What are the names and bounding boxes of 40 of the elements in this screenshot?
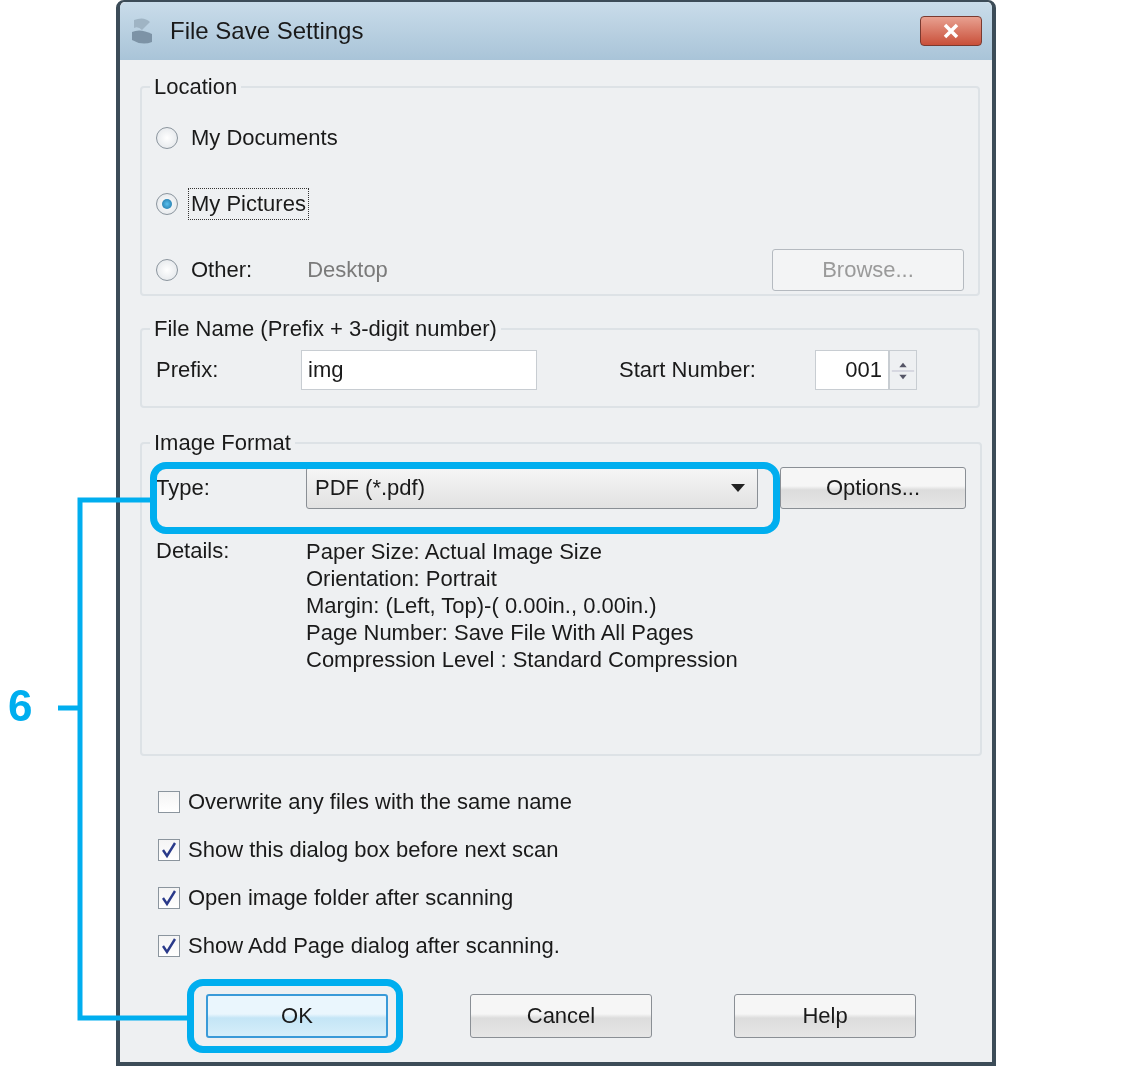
- checkbox[interactable]: [158, 935, 180, 957]
- radio-label[interactable]: My Documents: [188, 122, 341, 154]
- radio-button[interactable]: [156, 259, 178, 281]
- checkbox[interactable]: [158, 791, 180, 813]
- group-label: Image Format: [153, 430, 292, 456]
- details-text: Page Number: Save File With All Pages: [306, 619, 695, 646]
- window-title: File Save Settings: [170, 17, 365, 45]
- dialog-button[interactable]: Help: [734, 994, 916, 1038]
- details-label: Details:: [156, 538, 231, 565]
- details-text: Compression Level : Standard Compression: [306, 646, 738, 673]
- checkbox-label[interactable]: Overwrite any files with the same name: [188, 789, 572, 815]
- details-text: Paper Size: Actual Image Size: [306, 538, 603, 565]
- radio-label[interactable]: My Pictures: [188, 188, 309, 220]
- radio-label[interactable]: Other:: [188, 254, 256, 286]
- radio-button[interactable]: [156, 127, 178, 149]
- field-label: Type:: [156, 475, 211, 501]
- checkbox-label[interactable]: Open image folder after scanning: [188, 885, 514, 911]
- close-button[interactable]: [920, 16, 982, 46]
- prefix-field[interactable]: img: [301, 350, 537, 390]
- step-number: 6: [8, 684, 33, 728]
- spinner-control[interactable]: [889, 350, 917, 390]
- checkbox[interactable]: [158, 839, 180, 861]
- checkbox-label[interactable]: Show this dialog box before next scan: [188, 837, 559, 863]
- details-text: Orientation: Portrait: [306, 565, 498, 592]
- dialog-button[interactable]: Cancel: [470, 994, 652, 1038]
- details-text: Margin: (Left, Top)-( 0.00in., 0.00in.): [306, 592, 658, 619]
- start-number-field[interactable]: 001: [815, 350, 889, 390]
- options-button[interactable]: Options...: [780, 467, 966, 509]
- checkbox-label[interactable]: Show Add Page dialog after scanning.: [188, 933, 560, 959]
- checkbox[interactable]: [158, 887, 180, 909]
- dropdown-arrow-icon: [731, 484, 745, 492]
- radio-button[interactable]: [156, 193, 178, 215]
- dialog-button[interactable]: OK: [206, 994, 388, 1038]
- folder-path: Desktop: [307, 257, 388, 283]
- field-label: Prefix:: [156, 357, 220, 383]
- group-label: Location: [153, 74, 239, 100]
- close-icon: [942, 23, 960, 39]
- field-label: Start Number:: [619, 357, 757, 383]
- group-label: File Name (Prefix + 3-digit number): [153, 316, 498, 342]
- type-dropdown[interactable]: PDF (*.pdf): [306, 467, 758, 509]
